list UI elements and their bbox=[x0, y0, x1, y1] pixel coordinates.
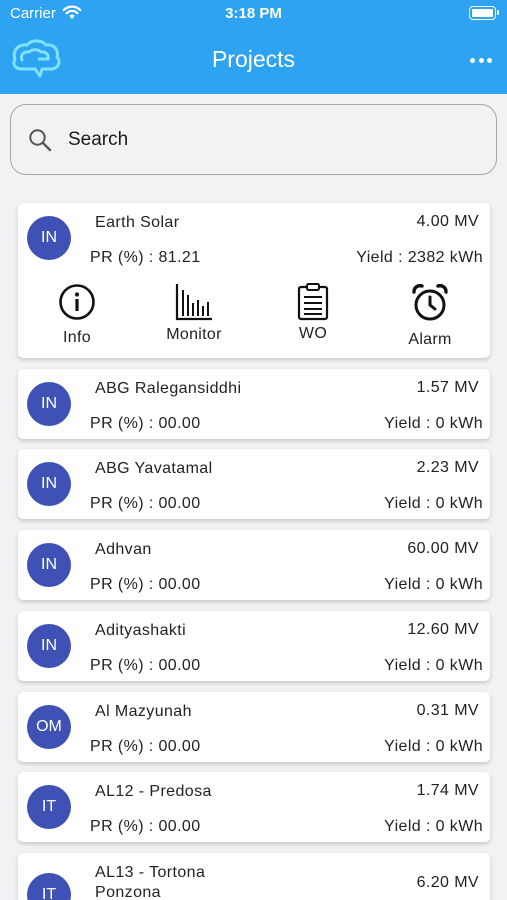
project-pr: PR (%) : 00.00 bbox=[90, 818, 201, 835]
project-capacity: 1.74 MV bbox=[416, 782, 479, 799]
nav-bar: Projects bbox=[0, 28, 507, 94]
clock-time: 3:18 PM bbox=[225, 5, 282, 22]
monitor-button[interactable]: Monitor bbox=[144, 283, 244, 353]
project-yield: Yield : 0 kWh bbox=[384, 738, 483, 755]
search-icon bbox=[29, 129, 52, 152]
search-input[interactable] bbox=[68, 125, 468, 155]
alarm-label: Alarm bbox=[408, 331, 452, 348]
country-avatar: IN bbox=[27, 462, 71, 506]
country-avatar: IN bbox=[27, 382, 71, 426]
country-avatar: IT bbox=[27, 785, 71, 829]
project-name: Adhvan bbox=[95, 541, 152, 558]
project-pr: PR (%) : 81.21 bbox=[90, 249, 201, 266]
project-name: Earth Solar bbox=[95, 214, 180, 231]
project-yield: Yield : 0 kWh bbox=[384, 415, 483, 432]
project-capacity: 12.60 MV bbox=[407, 621, 479, 638]
more-icon[interactable] bbox=[467, 50, 495, 70]
page-title: Projects bbox=[211, 46, 296, 72]
project-capacity: 60.00 MV bbox=[407, 540, 479, 557]
wo-button[interactable]: WO bbox=[263, 283, 363, 353]
alarm-button[interactable]: Alarm bbox=[380, 283, 480, 353]
project-yield: Yield : 0 kWh bbox=[384, 576, 483, 593]
clipboard-icon bbox=[297, 283, 329, 321]
project-pr: PR (%) : 00.00 bbox=[90, 415, 201, 432]
project-yield: Yield : 0 kWh bbox=[384, 495, 483, 512]
project-actions: Info Monitor WO Alarm bbox=[18, 283, 490, 353]
monitor-label: Monitor bbox=[166, 326, 222, 343]
project-name: ABG Ralegansiddhi bbox=[95, 380, 242, 397]
project-card[interactable]: OM Al Mazyunah 0.31 MV PR (%) : 00.00 Yi… bbox=[18, 692, 490, 762]
project-pr: PR (%) : 00.00 bbox=[90, 657, 201, 674]
project-card[interactable]: IN Adityashakti 12.60 MV PR (%) : 00.00 … bbox=[18, 611, 490, 681]
project-name: AL13 - Tortona Ponzona bbox=[95, 864, 206, 900]
project-name: Al Mazyunah bbox=[95, 703, 192, 720]
alarm-clock-icon bbox=[412, 283, 448, 321]
country-avatar: OM bbox=[27, 705, 71, 749]
info-icon bbox=[59, 284, 95, 320]
project-capacity: 4.00 MV bbox=[416, 213, 479, 230]
wo-label: WO bbox=[298, 325, 328, 342]
project-card[interactable]: IN ABG Yavatamal 2.23 MV PR (%) : 00.00 … bbox=[18, 449, 490, 519]
country-avatar: IN bbox=[27, 624, 71, 668]
project-card[interactable]: IT AL12 - Predosa 1.74 MV PR (%) : 00.00… bbox=[18, 772, 490, 842]
project-pr: PR (%) : 00.00 bbox=[90, 576, 201, 593]
search-bar[interactable] bbox=[10, 104, 497, 175]
project-card[interactable]: IT AL13 - Tortona Ponzona 6.20 MV bbox=[18, 853, 490, 900]
bar-chart-icon bbox=[175, 284, 212, 321]
project-yield: Yield : 0 kWh bbox=[384, 657, 483, 674]
info-button[interactable]: Info bbox=[27, 283, 127, 353]
project-capacity: 1.57 MV bbox=[416, 379, 479, 396]
project-capacity: 0.31 MV bbox=[416, 702, 479, 719]
project-name: AL12 - Predosa bbox=[95, 783, 212, 800]
project-card[interactable]: IN ABG Ralegansiddhi 1.57 MV PR (%) : 00… bbox=[18, 369, 490, 439]
project-yield: Yield : 0 kWh bbox=[384, 818, 483, 835]
project-capacity: 2.23 MV bbox=[416, 459, 479, 476]
project-capacity: 6.20 MV bbox=[416, 874, 479, 891]
project-yield: Yield : 2382 kWh bbox=[356, 249, 483, 266]
battery-icon bbox=[469, 6, 499, 20]
status-bar: Carrier 3:18 PM bbox=[0, 0, 507, 28]
country-avatar: IN bbox=[27, 216, 71, 260]
project-name: ABG Yavatamal bbox=[95, 460, 213, 477]
project-pr: PR (%) : 00.00 bbox=[90, 738, 201, 755]
project-name: Adityashakti bbox=[95, 622, 187, 639]
project-card[interactable]: IN Adhvan 60.00 MV PR (%) : 00.00 Yield … bbox=[18, 530, 490, 600]
country-avatar: IT bbox=[27, 873, 71, 900]
info-label: Info bbox=[63, 329, 91, 346]
country-avatar: IN bbox=[27, 543, 71, 587]
project-card[interactable]: IN Earth Solar 4.00 MV PR (%) : 81.21 Yi… bbox=[18, 203, 490, 358]
project-pr: PR (%) : 00.00 bbox=[90, 495, 201, 512]
